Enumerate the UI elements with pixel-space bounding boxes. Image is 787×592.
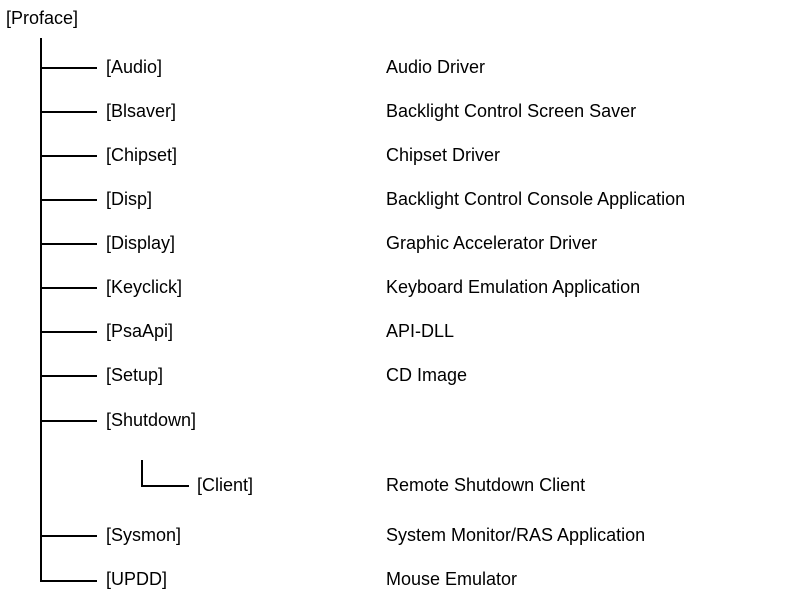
folder-label-client: [Client] [197, 475, 254, 495]
description-display: Graphic Accelerator Driver [386, 233, 598, 253]
branch-line-blsaver [40, 111, 97, 113]
branch-line-audio [40, 67, 97, 69]
description-client: Remote Shutdown Client [386, 475, 586, 495]
branch-line-shutdown [40, 420, 97, 422]
description-chipset: Chipset Driver [386, 145, 501, 165]
sub-branch-vertical-line [141, 460, 143, 486]
description-sysmon: System Monitor/RAS Application [386, 525, 646, 545]
folder-label-keyclick: [Keyclick] [106, 277, 183, 297]
folder-label-chipset: [Chipset] [106, 145, 178, 165]
branch-line-display [40, 243, 97, 245]
tree-trunk-line [40, 38, 42, 581]
folder-label-disp: [Disp] [106, 189, 153, 209]
folder-label-shutdown: [Shutdown] [106, 410, 197, 430]
branch-line-setup [40, 375, 97, 377]
folder-label-blsaver: [Blsaver] [106, 101, 177, 121]
folder-label-psaapi: [PsaApi] [106, 321, 174, 341]
folder-label-sysmon: [Sysmon] [106, 525, 182, 545]
branch-line-psaapi [40, 331, 97, 333]
branch-line-client [141, 485, 189, 487]
description-disp: Backlight Control Console Application [386, 189, 686, 209]
branch-line-disp [40, 199, 97, 201]
branch-line-sysmon [40, 535, 97, 537]
description-audio: Audio Driver [386, 57, 486, 77]
branch-line-keyclick [40, 287, 97, 289]
description-setup: CD Image [386, 365, 468, 385]
description-blsaver: Backlight Control Screen Saver [386, 101, 637, 121]
branch-line-updd [40, 580, 97, 582]
description-psaapi: API-DLL [386, 321, 455, 341]
folder-label-display: [Display] [106, 233, 176, 253]
folder-label-setup: [Setup] [106, 365, 164, 385]
tree-root-label: [Proface] [6, 8, 79, 28]
description-keyclick: Keyboard Emulation Application [386, 277, 641, 297]
description-updd: Mouse Emulator [386, 569, 518, 589]
branch-line-chipset [40, 155, 97, 157]
folder-label-updd: [UPDD] [106, 569, 168, 589]
folder-label-audio: [Audio] [106, 57, 163, 77]
